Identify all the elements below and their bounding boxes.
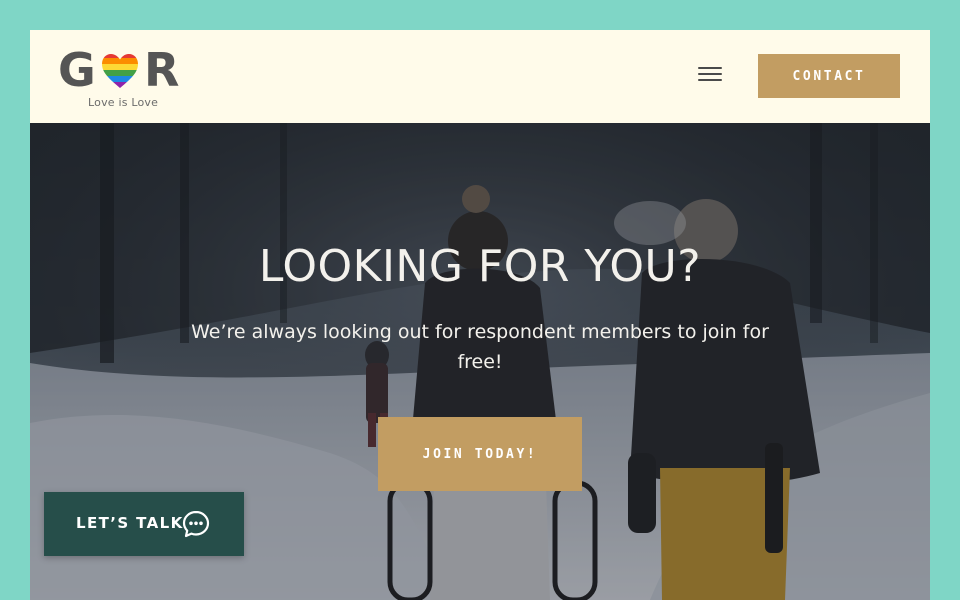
- page-frame: G R Love is Love CONTACT LOOKING FOR YOU…: [30, 30, 930, 600]
- site-header: G R Love is Love CONTACT: [30, 30, 930, 123]
- chat-bubble-icon: [182, 510, 210, 538]
- lets-talk-button[interactable]: LET’S TALK: [44, 492, 244, 556]
- logo-letter-r: R: [144, 44, 179, 94]
- join-today-button[interactable]: JOIN TODAY!: [378, 417, 582, 491]
- hero-section: LOOKING FOR YOU? We’re always looking ou…: [30, 123, 930, 600]
- hamburger-menu-icon[interactable]: [694, 60, 726, 88]
- contact-button[interactable]: CONTACT: [758, 54, 900, 98]
- hero-subtitle: We’re always looking out for respondent …: [191, 321, 769, 373]
- logo-mark: G R: [58, 44, 179, 94]
- site-logo[interactable]: G R Love is Love: [58, 44, 188, 114]
- logo-tagline: Love is Love: [88, 96, 159, 109]
- lets-talk-label: LET’S TALK: [76, 514, 184, 532]
- rainbow-heart-icon: [102, 54, 138, 88]
- logo-letter-g: G: [58, 44, 96, 94]
- hero-title: LOOKING FOR YOU?: [258, 241, 702, 292]
